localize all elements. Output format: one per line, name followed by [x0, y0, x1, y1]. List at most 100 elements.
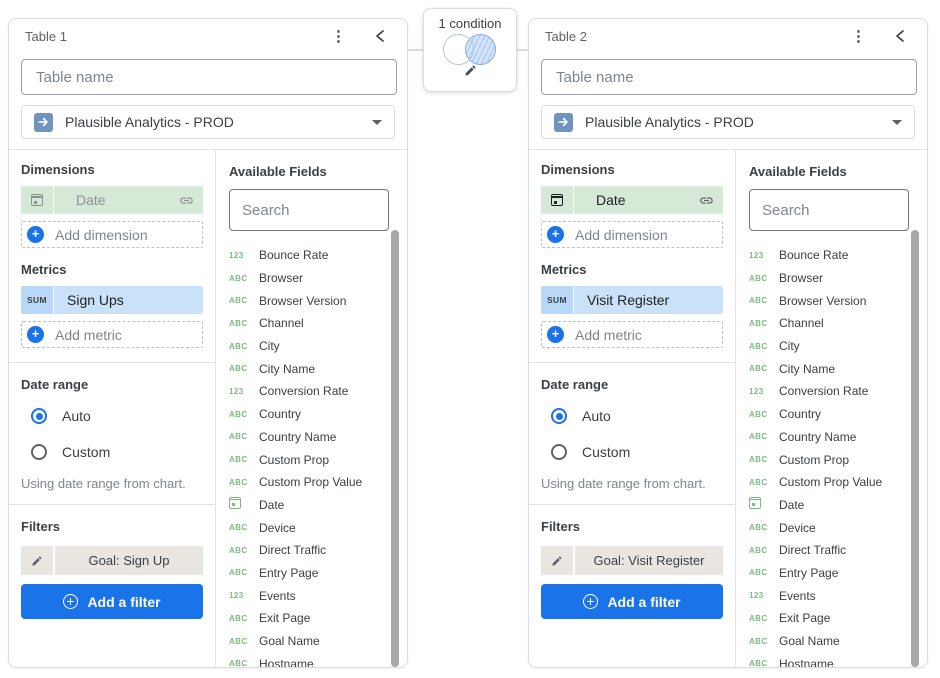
- field-label: Country: [779, 407, 821, 421]
- plus-icon: [27, 226, 44, 243]
- field-row[interactable]: 123Events: [749, 584, 913, 607]
- field-row[interactable]: ABCCustom Prop Value: [229, 471, 393, 494]
- add-dimension-button[interactable]: Add dimension: [541, 221, 723, 248]
- radio-unselected-icon: [31, 444, 47, 460]
- field-row[interactable]: ABCCity Name: [749, 357, 913, 380]
- collapse-chevron-icon[interactable]: [374, 29, 385, 43]
- metric-chip[interactable]: SUM Visit Register: [541, 286, 723, 314]
- filter-chip[interactable]: Goal: Sign Up: [21, 546, 203, 575]
- date-range-custom-radio[interactable]: Custom: [551, 444, 723, 460]
- text-field-icon: ABC: [229, 568, 259, 577]
- datasource-selector[interactable]: Plausible Analytics - PROD: [541, 105, 915, 139]
- text-field-icon: ABC: [229, 364, 259, 373]
- field-row[interactable]: ABCChannel: [749, 312, 913, 335]
- datasource-selector[interactable]: Plausible Analytics - PROD: [21, 105, 395, 139]
- text-field-icon: ABC: [749, 637, 779, 646]
- field-row[interactable]: ABCHostname: [749, 652, 913, 668]
- field-row[interactable]: ABCCustom Prop Value: [749, 471, 913, 494]
- field-row[interactable]: ABCBrowser: [229, 267, 393, 290]
- field-row[interactable]: ABCChannel: [229, 312, 393, 335]
- field-row[interactable]: ABCEntry Page: [229, 562, 393, 585]
- join-condition-label: 1 condition: [424, 16, 516, 31]
- field-label: Entry Page: [779, 566, 838, 580]
- field-row[interactable]: 123Events: [229, 584, 393, 607]
- table-name-input[interactable]: [541, 59, 917, 95]
- radio-selected-icon: [31, 408, 47, 424]
- add-dimension-button[interactable]: Add dimension: [21, 221, 203, 248]
- date-range-note: Using date range from chart.: [541, 476, 723, 491]
- field-row[interactable]: ABCCountry Name: [749, 426, 913, 449]
- edit-filter-icon[interactable]: [21, 546, 53, 575]
- field-row[interactable]: ABCGoal Name: [749, 630, 913, 653]
- field-row[interactable]: ABCExit Page: [749, 607, 913, 630]
- field-row[interactable]: ABCDevice: [749, 516, 913, 539]
- kebab-menu-icon[interactable]: ⋮: [847, 27, 870, 46]
- collapse-chevron-icon[interactable]: [894, 29, 905, 43]
- field-label: Direct Traffic: [779, 543, 846, 557]
- field-list-scrollbar[interactable]: [911, 230, 919, 667]
- metric-chip[interactable]: SUM Sign Ups: [21, 286, 203, 314]
- radio-selected-icon: [551, 408, 567, 424]
- field-row[interactable]: ABCCountry: [749, 403, 913, 426]
- text-field-icon: ABC: [749, 342, 779, 351]
- dimension-chip-date[interactable]: Date: [21, 186, 203, 214]
- field-row[interactable]: ABCDirect Traffic: [229, 539, 393, 562]
- field-row[interactable]: ABCEntry Page: [749, 562, 913, 585]
- field-label: City Name: [259, 362, 315, 376]
- field-list-scrollbar[interactable]: [391, 230, 399, 667]
- add-metric-button[interactable]: Add metric: [541, 321, 723, 348]
- date-range-auto-radio[interactable]: Auto: [31, 408, 203, 424]
- field-row[interactable]: ABCHostname: [229, 652, 393, 668]
- join-configuration-card[interactable]: 1 condition: [423, 8, 517, 92]
- field-label: Goal Name: [779, 634, 840, 648]
- field-row[interactable]: ABCCountry Name: [229, 426, 393, 449]
- field-row[interactable]: ABCCity Name: [229, 357, 393, 380]
- dimension-chip-date[interactable]: Date: [541, 186, 723, 214]
- metric-chip-label: Sign Ups: [54, 292, 203, 308]
- field-row[interactable]: ABCCity: [749, 335, 913, 358]
- field-row[interactable]: ABCBrowser Version: [749, 289, 913, 312]
- field-row[interactable]: ABCCustom Prop: [229, 448, 393, 471]
- field-row[interactable]: ABCDirect Traffic: [749, 539, 913, 562]
- date-field-icon: [749, 496, 779, 514]
- field-row[interactable]: 123Bounce Rate: [749, 244, 913, 267]
- edit-filter-icon[interactable]: [541, 546, 573, 575]
- filters-heading: Filters: [541, 519, 723, 534]
- radio-unselected-icon: [551, 444, 567, 460]
- field-row[interactable]: ABCGoal Name: [229, 630, 393, 653]
- filter-chip-label: Goal: Sign Up: [55, 546, 203, 575]
- field-row[interactable]: 123Bounce Rate: [229, 244, 393, 267]
- field-row[interactable]: 123Conversion Rate: [749, 380, 913, 403]
- field-row[interactable]: Date: [229, 494, 393, 517]
- text-field-icon: ABC: [749, 659, 779, 668]
- kebab-menu-icon[interactable]: ⋮: [327, 27, 350, 46]
- add-filter-button[interactable]: Add a filter: [21, 584, 203, 619]
- add-metric-button[interactable]: Add metric: [21, 321, 203, 348]
- field-search-input[interactable]: [229, 189, 389, 231]
- add-filter-button[interactable]: Add a filter: [541, 584, 723, 619]
- field-list: 123Bounce RateABCBrowserABCBrowser Versi…: [749, 244, 913, 668]
- field-row[interactable]: ABCCustom Prop: [749, 448, 913, 471]
- field-row[interactable]: ABCCity: [229, 335, 393, 358]
- filter-chip[interactable]: Goal: Visit Register: [541, 546, 723, 575]
- field-search-input[interactable]: [749, 189, 909, 231]
- date-range-custom-radio[interactable]: Custom: [31, 444, 203, 460]
- available-fields-heading: Available Fields: [749, 164, 913, 179]
- field-row[interactable]: ABCExit Page: [229, 607, 393, 630]
- dropdown-arrow-icon: [892, 120, 902, 125]
- text-field-icon: ABC: [229, 478, 259, 487]
- field-label: Custom Prop Value: [259, 475, 362, 489]
- date-range-auto-radio[interactable]: Auto: [551, 408, 723, 424]
- field-row[interactable]: ABCCountry: [229, 403, 393, 426]
- numeric-field-icon: 123: [749, 251, 779, 260]
- field-row[interactable]: ABCBrowser: [749, 267, 913, 290]
- field-label: Events: [779, 589, 816, 603]
- field-label: Hostname: [779, 657, 834, 668]
- field-row[interactable]: ABCBrowser Version: [229, 289, 393, 312]
- field-row[interactable]: 123Conversion Rate: [229, 380, 393, 403]
- numeric-field-icon: 123: [229, 387, 259, 396]
- field-row[interactable]: Date: [749, 494, 913, 517]
- field-row[interactable]: ABCDevice: [229, 516, 393, 539]
- table-name-input[interactable]: [21, 59, 397, 95]
- metrics-heading: Metrics: [21, 262, 203, 277]
